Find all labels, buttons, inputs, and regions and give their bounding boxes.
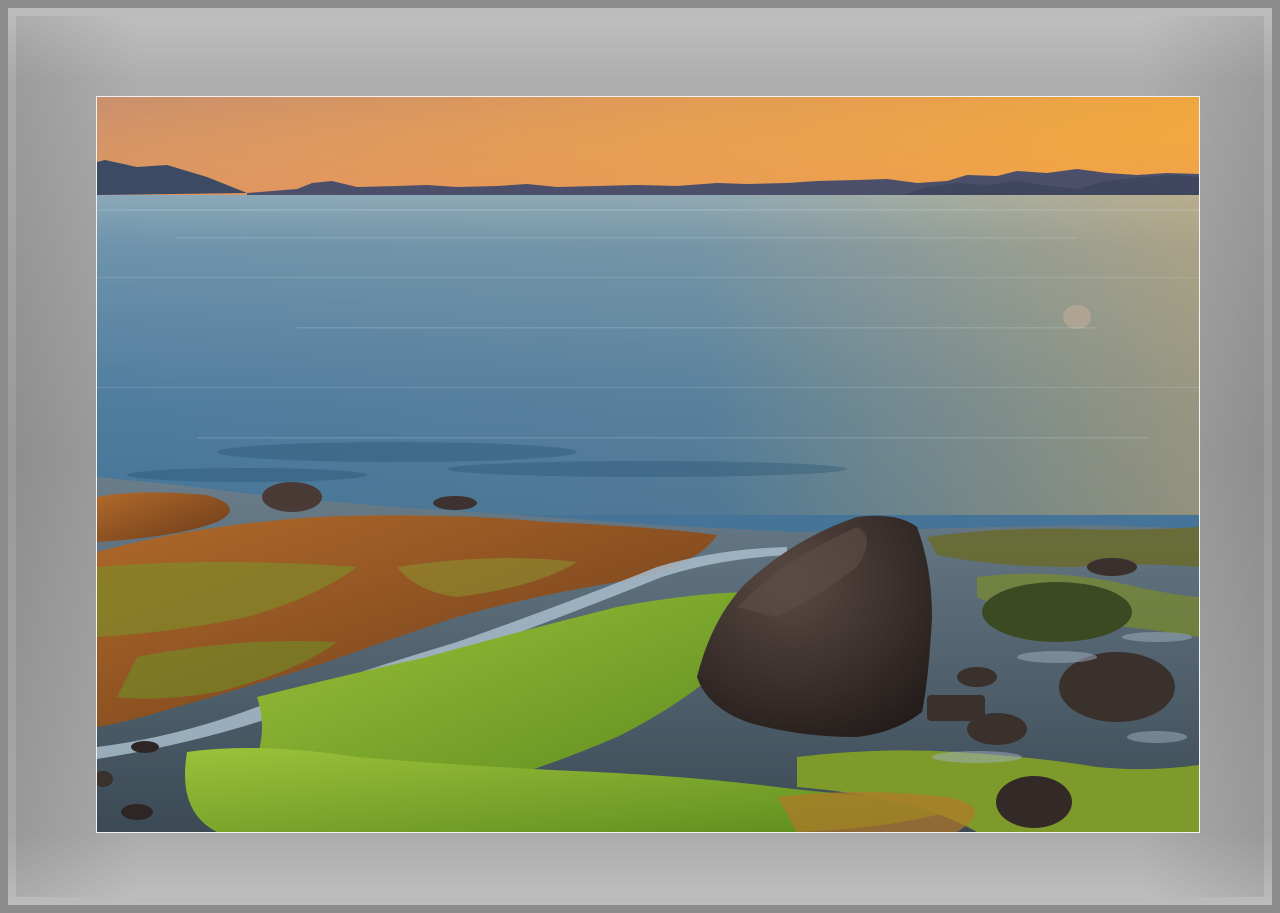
- rock: [982, 582, 1132, 642]
- landscape-photo: [96, 96, 1200, 833]
- picture-frame: [0, 0, 1280, 913]
- rock: [262, 482, 322, 512]
